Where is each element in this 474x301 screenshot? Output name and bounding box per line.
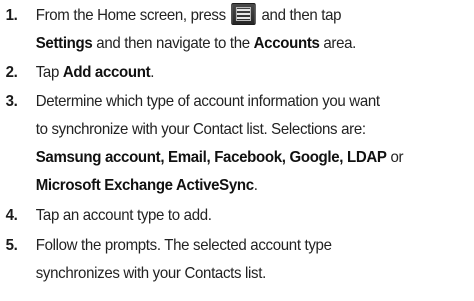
exchange-label: Microsoft Exchange ActiveSync — [35, 177, 254, 194]
step-text: or — [386, 149, 404, 166]
step-4-line-1: Tap an account type to add. — [35, 207, 212, 224]
step-number: 1. — [5, 7, 18, 24]
step-number: 5. — [5, 237, 18, 254]
step-1: 1. From the Home screen, press and then t… — [0, 2, 446, 58]
step-3-line-3: Samsung account, Email, Facebook, Google… — [36, 144, 446, 172]
step-5-line-1: Follow the prompts. The selected account… — [35, 237, 332, 254]
step-3: 3. Determine which type of account infor… — [0, 88, 446, 200]
step-3-line-4: Microsoft Exchange ActiveSync. — [36, 172, 446, 200]
step-2: 2. Tap Add account. — [0, 59, 446, 87]
step-number: 4. — [5, 207, 18, 224]
account-types-label: Samsung account, Email, Facebook, Google… — [35, 149, 387, 166]
step-text: From the Home screen, press — [35, 7, 226, 24]
step-3-line-1: Determine which type of account informat… — [35, 93, 380, 110]
step-3-line-2: to synchronize with your Contact list. S… — [35, 121, 366, 138]
settings-label: Settings — [35, 35, 93, 52]
step-text: Tap — [35, 64, 63, 81]
step-4: 4. Tap an account type to add. — [0, 202, 446, 230]
step-1-line-1: From the Home screen, press and then tap — [36, 2, 446, 30]
step-text: . — [150, 64, 155, 81]
step-2-line-1: Tap Add account. — [36, 59, 446, 87]
instruction-list: 1. From the Home screen, press and then t… — [0, 0, 474, 301]
step-5-line-2: synchronizes with your Contacts list. — [35, 265, 267, 282]
step-text: area. — [319, 35, 357, 52]
step-text: . — [253, 177, 258, 194]
step-number: 3. — [5, 93, 18, 110]
step-5: 5. Follow the prompts. The selected acco… — [0, 232, 446, 288]
step-number: 2. — [5, 64, 18, 81]
step-1-line-2: Settings and then navigate to the Accoun… — [36, 30, 446, 58]
menu-key-icon — [231, 2, 256, 25]
step-text: and then navigate to the — [92, 35, 254, 52]
step-text: and then tap — [261, 7, 342, 24]
accounts-label: Accounts — [253, 35, 320, 52]
add-account-label: Add account — [62, 64, 151, 81]
